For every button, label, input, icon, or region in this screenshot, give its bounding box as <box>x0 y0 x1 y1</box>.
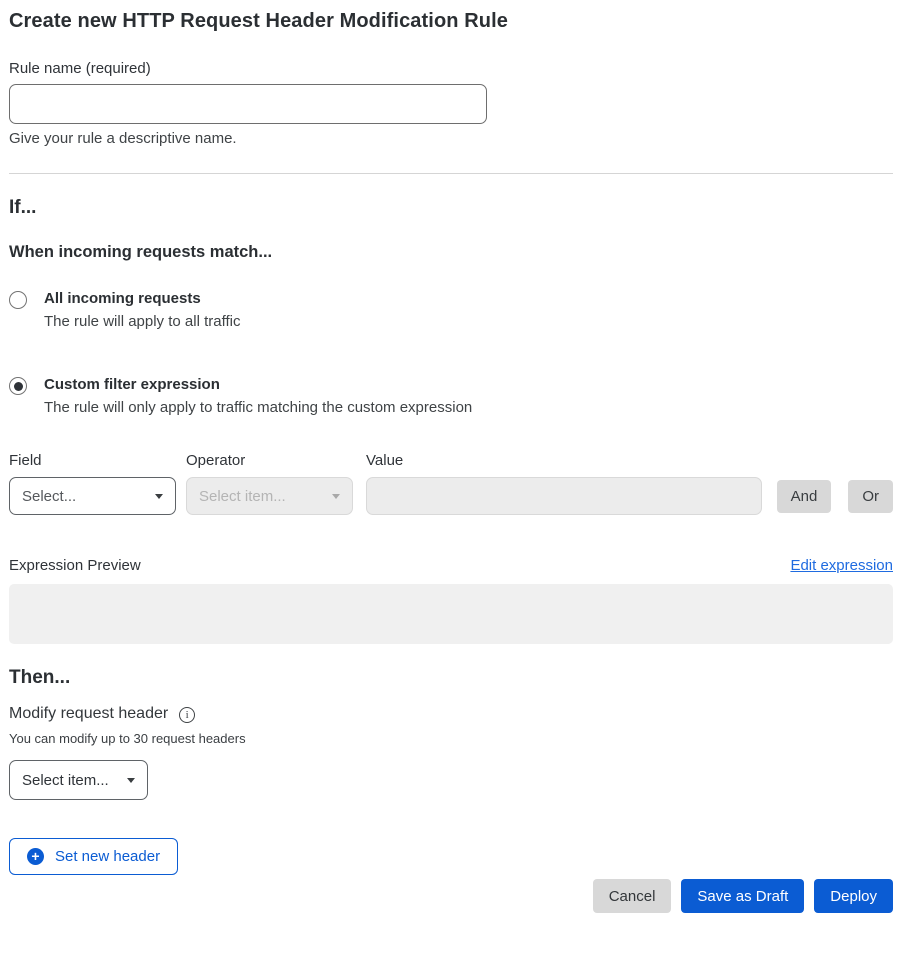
create-rule-page: Create new HTTP Request Header Modificat… <box>0 0 899 933</box>
save-as-draft-button[interactable]: Save as Draft <box>681 879 804 913</box>
expression-preview-box <box>9 584 893 644</box>
deploy-button[interactable]: Deploy <box>814 879 893 913</box>
radio-option-description: The rule will apply to all traffic <box>44 313 240 330</box>
set-new-header-label: Set new header <box>55 848 160 865</box>
expression-builder-row: Select... Select item... And Or <box>9 477 893 515</box>
expression-preview-header: Expression Preview Edit expression <box>9 557 893 574</box>
radio-option-texts: Custom filter expression The rule will o… <box>44 376 472 416</box>
radio-unselected-icon[interactable] <box>9 291 27 309</box>
radio-option-label: Custom filter expression <box>44 376 472 393</box>
header-item-select-value: Select item... <box>22 772 109 789</box>
radio-selected-icon[interactable] <box>9 377 27 395</box>
chevron-down-icon <box>332 494 340 499</box>
field-label: Field <box>9 452 186 469</box>
radio-option-description: The rule will only apply to traffic matc… <box>44 399 472 416</box>
match-subheading: When incoming requests match... <box>9 243 893 262</box>
info-icon[interactable]: i <box>179 707 195 723</box>
then-heading: Then... <box>9 667 893 689</box>
modify-request-header-label: Modify request header <box>9 705 168 723</box>
cancel-button[interactable]: Cancel <box>593 879 672 913</box>
chevron-down-icon <box>127 778 135 783</box>
section-divider <box>9 173 893 174</box>
modify-header-row: Modify request header i <box>9 705 893 723</box>
field-select-value: Select... <box>22 488 76 505</box>
if-heading: If... <box>9 197 893 219</box>
expression-preview-label: Expression Preview <box>9 557 141 574</box>
modify-header-help: You can modify up to 30 request headers <box>9 731 893 746</box>
value-label: Value <box>366 452 893 469</box>
operator-label: Operator <box>186 452 366 469</box>
chevron-down-icon <box>155 494 163 499</box>
rule-name-label: Rule name (required) <box>9 60 893 77</box>
set-new-header-button[interactable]: + Set new header <box>9 838 178 875</box>
plus-circle-icon: + <box>27 848 44 865</box>
expression-builder-labels: Field Operator Value <box>9 452 893 469</box>
operator-select[interactable]: Select item... <box>186 477 353 515</box>
radio-option-texts: All incoming requests The rule will appl… <box>44 290 240 330</box>
edit-expression-link[interactable]: Edit expression <box>790 557 893 574</box>
radio-option-all-incoming-requests[interactable]: All incoming requests The rule will appl… <box>9 290 893 330</box>
value-input[interactable] <box>366 477 762 515</box>
radio-option-custom-filter-expression[interactable]: Custom filter expression The rule will o… <box>9 376 893 416</box>
radio-dot <box>14 382 23 391</box>
footer-actions: Cancel Save as Draft Deploy <box>9 879 893 913</box>
rule-name-help: Give your rule a descriptive name. <box>9 130 893 147</box>
and-button[interactable]: And <box>777 480 832 513</box>
field-select[interactable]: Select... <box>9 477 176 515</box>
operator-select-value: Select item... <box>199 488 286 505</box>
page-title: Create new HTTP Request Header Modificat… <box>9 10 893 33</box>
header-item-select[interactable]: Select item... <box>9 760 148 800</box>
or-button[interactable]: Or <box>848 480 893 513</box>
radio-option-label: All incoming requests <box>44 290 240 307</box>
rule-name-input[interactable] <box>9 84 487 124</box>
